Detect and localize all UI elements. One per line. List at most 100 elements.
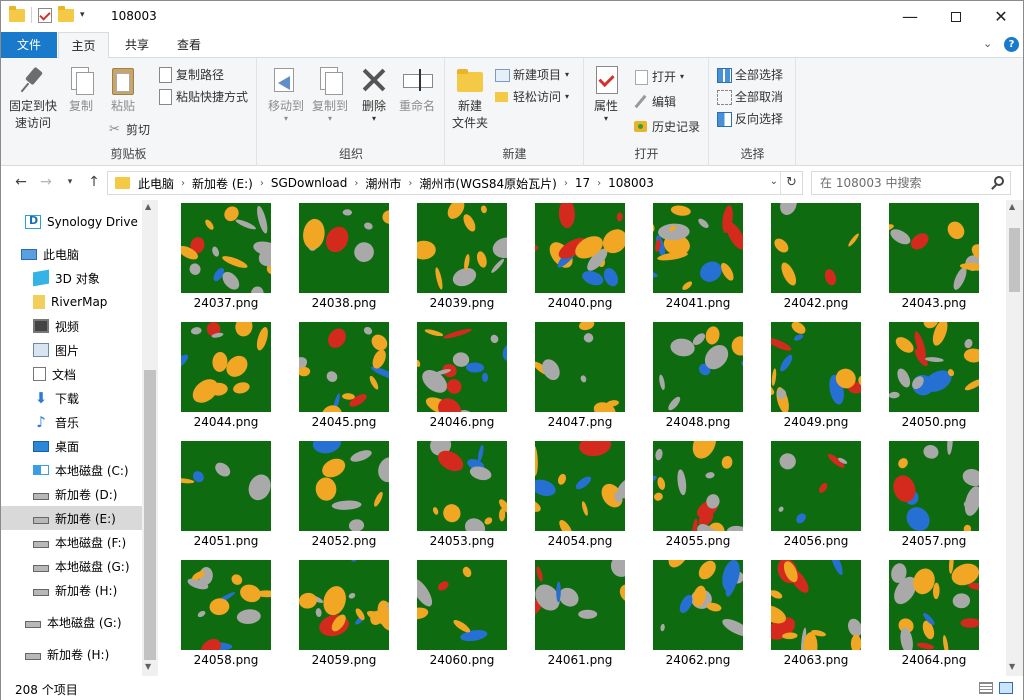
invert-selection-button[interactable]: 反向选择: [716, 110, 783, 127]
forward-arrow-icon[interactable]: →: [35, 174, 57, 190]
file-tile[interactable]: 24037.png: [167, 200, 285, 319]
nav-item[interactable]: 3D 对象: [1, 266, 143, 290]
refresh-icon[interactable]: ↻: [780, 172, 802, 194]
breadcrumb-item[interactable]: 潮州市(WGS84原始瓦片): [419, 175, 556, 192]
file-tile[interactable]: 24057.png: [875, 438, 993, 557]
search-input[interactable]: [812, 172, 982, 194]
breadcrumb-item[interactable]: 新加卷 (E:): [192, 175, 253, 192]
address-dropdown-icon[interactable]: ⌄: [770, 176, 778, 187]
edit-button[interactable]: 编辑: [633, 93, 676, 110]
properties-quick-icon[interactable]: [38, 7, 52, 23]
tab-view[interactable]: 查看: [165, 32, 213, 58]
file-tile[interactable]: 24039.png: [403, 200, 521, 319]
select-all-button[interactable]: 全部选择: [716, 66, 783, 83]
customize-toolbar-icon[interactable]: ▾: [80, 10, 85, 20]
properties-button[interactable]: 属性 ▾: [589, 64, 623, 123]
paste-button[interactable]: 粘贴: [105, 64, 141, 115]
nav-item[interactable]: 新加卷 (H:): [1, 642, 143, 666]
file-tile[interactable]: 24052.png: [285, 438, 403, 557]
file-tile[interactable]: 24047.png: [521, 319, 639, 438]
file-tile[interactable]: 24054.png: [521, 438, 639, 557]
file-tile[interactable]: 24051.png: [167, 438, 285, 557]
file-tile[interactable]: 24055.png: [639, 438, 757, 557]
tab-share[interactable]: 共享: [113, 32, 161, 58]
details-view-icon[interactable]: [979, 682, 993, 694]
nav-item[interactable]: 新加卷 (H:): [1, 578, 143, 602]
close-button[interactable]: ✕: [978, 1, 1024, 32]
file-tile[interactable]: 24059.png: [285, 557, 403, 676]
open-button[interactable]: 打开 ▾: [633, 68, 684, 85]
breadcrumb-item[interactable]: 此电脑: [138, 175, 174, 192]
breadcrumb-separator-icon[interactable]: ›: [354, 178, 358, 189]
nav-scroll-thumb[interactable]: [144, 370, 156, 660]
file-tile[interactable]: 24061.png: [521, 557, 639, 676]
back-arrow-icon[interactable]: ←: [10, 174, 32, 190]
nav-item[interactable]: 新加卷 (E:): [1, 506, 143, 530]
scroll-down-icon[interactable]: ▼: [145, 662, 151, 671]
tab-file[interactable]: 文件: [1, 32, 57, 58]
paste-shortcut-button[interactable]: 粘贴快捷方式: [157, 88, 248, 105]
breadcrumb-item[interactable]: SGDownload: [271, 176, 348, 190]
nav-item[interactable]: 图片: [1, 338, 143, 362]
help-icon[interactable]: ?: [1004, 37, 1019, 52]
nav-item[interactable]: 本地磁盘 (G:): [1, 554, 143, 578]
nav-item[interactable]: ♪ 音乐: [1, 410, 143, 434]
breadcrumb-separator-icon[interactable]: ›: [181, 178, 185, 189]
nav-item[interactable]: 新加卷 (D:): [1, 482, 143, 506]
up-arrow-icon[interactable]: ↑: [83, 174, 105, 190]
file-tile[interactable]: 24056.png: [757, 438, 875, 557]
copy-path-button[interactable]: 复制路径: [157, 66, 224, 83]
rename-button[interactable]: 重命名: [394, 64, 440, 115]
file-tile[interactable]: 24062.png: [639, 557, 757, 676]
file-tile[interactable]: 24043.png: [875, 200, 993, 319]
file-tile[interactable]: 24053.png: [403, 438, 521, 557]
breadcrumb-separator-icon[interactable]: ›: [597, 178, 601, 189]
new-folder-quick-icon[interactable]: [58, 5, 74, 22]
search-icon[interactable]: [994, 176, 1004, 186]
content-scroll-thumb[interactable]: [1009, 228, 1020, 292]
file-tile[interactable]: 24064.png: [875, 557, 993, 676]
breadcrumb-separator-icon[interactable]: ›: [564, 178, 568, 189]
file-tile[interactable]: 24050.png: [875, 319, 993, 438]
scroll-down-icon[interactable]: ▼: [1009, 662, 1015, 671]
file-tile[interactable]: 24049.png: [757, 319, 875, 438]
file-tile[interactable]: 24038.png: [285, 200, 403, 319]
file-tile[interactable]: 24042.png: [757, 200, 875, 319]
expand-ribbon-icon[interactable]: ⌄: [983, 37, 992, 50]
delete-button[interactable]: 删除 ▾: [358, 64, 390, 123]
select-none-button[interactable]: 全部取消: [716, 88, 783, 105]
history-button[interactable]: 历史记录: [633, 118, 700, 135]
breadcrumb-separator-icon[interactable]: ›: [408, 178, 412, 189]
new-folder-button[interactable]: 新建 文件夹: [450, 64, 490, 132]
file-tile[interactable]: 24048.png: [639, 319, 757, 438]
nav-item[interactable]: Synology Drive ·: [1, 210, 143, 234]
tab-home[interactable]: 主页: [58, 32, 109, 59]
nav-item[interactable]: 本地磁盘 (G:): [1, 610, 143, 634]
file-tile[interactable]: 24044.png: [167, 319, 285, 438]
minimize-button[interactable]: —: [887, 1, 933, 32]
content-scrollbar[interactable]: ▲ ▼: [1006, 200, 1023, 676]
file-tile[interactable]: 24058.png: [167, 557, 285, 676]
nav-item[interactable]: 视频: [1, 314, 143, 338]
file-tile[interactable]: 24040.png: [521, 200, 639, 319]
cut-button[interactable]: ✂ 剪切: [107, 121, 150, 138]
file-tile[interactable]: 24041.png: [639, 200, 757, 319]
scroll-up-icon[interactable]: ▲: [145, 202, 151, 211]
nav-item[interactable]: 桌面: [1, 434, 143, 458]
nav-item[interactable]: 文档: [1, 362, 143, 386]
breadcrumb-item[interactable]: 108003: [608, 176, 654, 190]
move-to-button[interactable]: 移动到 ▾: [264, 64, 308, 123]
breadcrumb-item[interactable]: 17: [575, 176, 590, 190]
scroll-up-icon[interactable]: ▲: [1009, 202, 1015, 211]
large-icons-view-icon[interactable]: [999, 682, 1013, 694]
file-tile[interactable]: 24046.png: [403, 319, 521, 438]
breadcrumb-item[interactable]: 潮州市: [365, 175, 401, 192]
breadcrumb-separator-icon[interactable]: ›: [260, 178, 264, 189]
copy-button[interactable]: 复制: [63, 64, 99, 115]
copy-to-button[interactable]: 复制到 ▾: [308, 64, 352, 123]
nav-item[interactable]: RiverMap: [1, 290, 143, 314]
nav-item[interactable]: 此电脑: [1, 242, 143, 266]
new-item-button[interactable]: 新建项目 ▾: [494, 66, 569, 83]
nav-item[interactable]: ⬇ 下载: [1, 386, 143, 410]
recent-locations-icon[interactable]: ▾: [59, 177, 81, 187]
